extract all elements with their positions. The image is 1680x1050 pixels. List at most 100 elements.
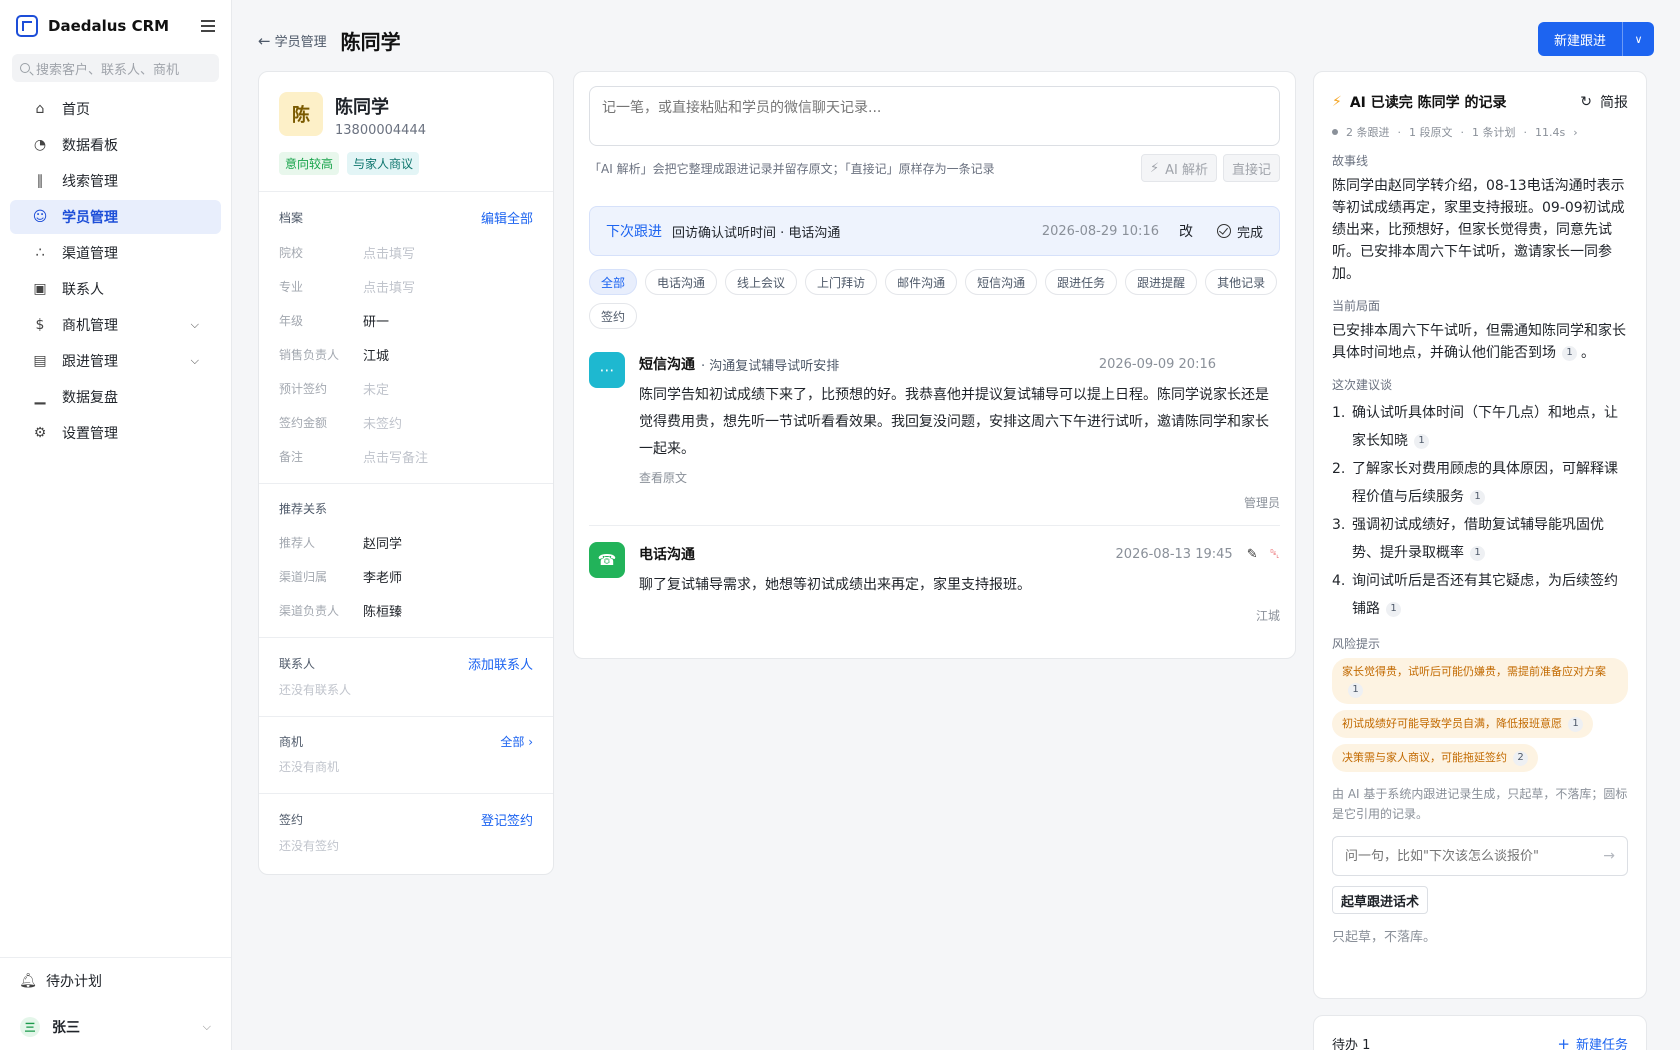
filter-chip[interactable]: 线上会议 (725, 269, 798, 295)
all-opportunities-link[interactable]: 全部 › (500, 733, 533, 750)
trash-icon[interactable]: ␡ (1270, 547, 1280, 562)
sidebar-item-4[interactable]: ∴ 渠道管理 (10, 236, 221, 270)
chevron-down-icon[interactable]: ∨ (1622, 22, 1654, 56)
filter-chip[interactable]: 短信沟通 (965, 269, 1038, 295)
direct-record-button[interactable]: 直接记 (1222, 154, 1280, 182)
field-value[interactable]: 点击填写 (363, 243, 415, 262)
field-value[interactable]: 未签约 (363, 413, 402, 432)
search-placeholder: 搜索客户、联系人、商机 (36, 62, 180, 78)
field-value[interactable]: 点击写备注 (363, 447, 428, 466)
ai-panel-title: AI 已读完 陈同学 的记录 (1349, 95, 1507, 111)
filter-chip[interactable]: 上门拜访 (805, 269, 878, 295)
new-followup-button[interactable]: 新建跟进 (1538, 22, 1622, 56)
brief-button[interactable]: ↻ 简报 (1580, 92, 1628, 112)
sidebar-item-7[interactable]: ▤ 跟进管理 ⌵ (10, 344, 221, 378)
draft-script-button[interactable]: 起草跟进话术 (1332, 886, 1429, 914)
sidebar-item-1[interactable]: ◔ 数据看板 (10, 128, 221, 162)
collapse-sidebar-icon[interactable] (201, 20, 215, 32)
message-icon: ⋯ (589, 352, 625, 388)
sidebar-item-8[interactable]: ▁ 数据复盘 (10, 380, 221, 414)
todo-plan-button[interactable]: 🔔︎ 待办计划 (0, 958, 231, 1004)
sidebar-item-2[interactable]: ∥ 线索管理 (10, 164, 221, 198)
profile-field: 推荐人 赵同学 (279, 525, 533, 559)
risk-badge: 家长觉得贵，试听后可能仍嫌贵，需提前准备应对方案 1 (1332, 658, 1628, 704)
situation-end: 。 (1581, 345, 1595, 361)
citation-badge[interactable]: 1 (1470, 545, 1485, 561)
note-input[interactable] (589, 86, 1280, 146)
home-icon: ⌂ (35, 101, 45, 117)
network-icon: ∴ (35, 245, 45, 261)
filter-chip[interactable]: 跟进任务 (1045, 269, 1118, 295)
profile-header: 陈 陈同学 13800004444 (259, 72, 553, 138)
ai-parse-button[interactable]: ⚡︎ AI 解析 (1140, 154, 1217, 182)
filter-chip[interactable]: 签约 (589, 303, 638, 329)
user-menu[interactable]: 三 张三 ⌵ (0, 1004, 231, 1050)
ai-ask-input[interactable] (1345, 848, 1604, 864)
profile-field: 备注 点击写备注 (279, 439, 533, 473)
global-search-input[interactable]: 搜索客户、联系人、商机 (12, 54, 219, 82)
register-contract-link[interactable]: 登记签约 (481, 810, 533, 829)
student-profile-card: 陈 陈同学 13800004444 意向较高 与家人商议 档案 编辑全部 院校点… (258, 71, 554, 875)
back-link[interactable]: ← 学员管理 (258, 31, 327, 51)
advice-item: 2. 了解家长对费用顾虑的具体原因，可解释课程价值与后续服务 1 (1332, 455, 1628, 511)
filter-chip[interactable]: 邮件沟通 (885, 269, 958, 295)
chevron-down-icon: ⌵ (190, 354, 199, 367)
sidebar-item-5[interactable]: ▣ 联系人 (10, 272, 221, 306)
risk-text: 初试成绩好可能导致学员自满，降低报班意愿 (1342, 717, 1562, 730)
citation-badge[interactable]: 1 (1414, 433, 1429, 449)
new-task-button[interactable]: + 新建任务 (1557, 1034, 1628, 1050)
referral-title: 推荐关系 (279, 502, 328, 516)
complete-next-followup-button[interactable]: 完成 (1216, 222, 1263, 241)
citation-badge[interactable]: 1 (1386, 601, 1401, 617)
add-contact-link[interactable]: 添加联系人 (468, 654, 533, 673)
profile-field: 签约金额 未签约 (279, 405, 533, 439)
citation-badge[interactable]: 1 (1348, 682, 1363, 698)
sidebar-item-6[interactable]: $ 商机管理 ⌵ (10, 308, 221, 342)
opportunities-empty: 还没有商机 (279, 760, 340, 774)
contacts-empty: 还没有联系人 (279, 683, 352, 697)
sidebar-item-label: 渠道管理 (62, 246, 118, 262)
followup-record-list: ⋯ 短信沟通 · 沟通复试辅导试听安排 2026-09-09 20:16 陈同学告知初试… (589, 352, 1280, 638)
new-followup-split-button: 新建跟进 ∨ (1537, 22, 1654, 56)
field-value[interactable]: 李老师 (363, 567, 402, 586)
referral-section: 推荐关系 推荐人 赵同学 渠道归属 李老师 渠道负责人 陈桓臻 (259, 484, 553, 637)
ai-summary-panel: ⚡︎ AI 已读完 陈同学 的记录 ↻ 简报 2 条跟进 · 1 段原文 · 1 条计划… (1313, 71, 1647, 999)
sidebar-item-0[interactable]: ⌂ 首页 (10, 92, 221, 126)
share-icon: ∥ (36, 173, 44, 189)
edit-icon[interactable]: ✎ (1247, 547, 1258, 562)
filter-chip[interactable]: 跟进提醒 (1125, 269, 1198, 295)
filter-chip[interactable]: 其他记录 (1205, 269, 1278, 295)
citation-badge[interactable]: 1 (1470, 489, 1485, 505)
complete-label: 完成 (1236, 225, 1263, 241)
send-arrow-icon[interactable]: → (1603, 848, 1615, 864)
field-label: 渠道归属 (279, 569, 328, 584)
field-value[interactable]: 研一 (363, 311, 389, 330)
field-value[interactable]: 陈桓臻 (363, 601, 402, 620)
edit-all-link[interactable]: 编辑全部 (481, 208, 533, 227)
view-original-link[interactable]: 查看原文 (639, 469, 1280, 486)
contacts-section: 联系人 添加联系人 还没有联系人 (259, 638, 553, 716)
risk-badge: 决策需与家人商议，可能拖延签约 2 (1332, 744, 1538, 772)
field-value[interactable]: 赵同学 (363, 533, 402, 552)
chevron-down-icon: ⌵ (190, 318, 199, 331)
citation-badge[interactable]: 1 (1568, 716, 1583, 732)
storyline-section: 故事线 陈同学由赵同学转介绍，08-13电话沟通时表示等初试成绩再定，家里支持报… (1314, 140, 1646, 285)
field-value[interactable]: 点击填写 (363, 277, 415, 296)
citation-badge[interactable]: 1 (1562, 345, 1577, 361)
citation-badge[interactable]: 2 (1513, 750, 1528, 766)
status-dot (1332, 129, 1338, 135)
edit-next-followup-button[interactable]: 改 (1179, 221, 1193, 241)
sidebar-item-9[interactable]: ⚙ 设置管理 (10, 416, 221, 450)
filter-chip[interactable]: 电话沟通 (645, 269, 718, 295)
field-label: 专业 (279, 279, 304, 294)
sidebar-item-3[interactable]: ☺ 学员管理 (10, 200, 221, 234)
sidebar-item-label: 首页 (62, 102, 90, 118)
filter-chip[interactable]: 全部 (589, 269, 638, 295)
advice-number: 1. (1332, 405, 1346, 421)
record-type: 短信沟通 (639, 357, 695, 373)
advice-item: 4. 询问试听后是否还有其它疑虑，为后续签约铺路 1 (1332, 567, 1628, 623)
field-value[interactable]: 未定 (363, 379, 389, 398)
field-value[interactable]: 江城 (363, 345, 389, 364)
followup-record: ⋯ 短信沟通 · 沟通复试辅导试听安排 2026-09-09 20:16 陈同学告知初试… (589, 352, 1280, 525)
field-label: 推荐人 (279, 535, 316, 550)
